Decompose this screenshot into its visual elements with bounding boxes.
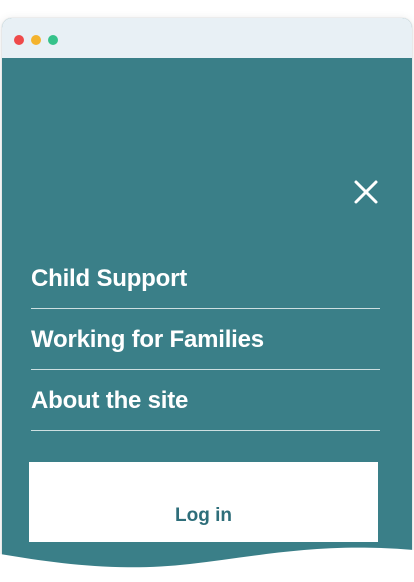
close-icon — [354, 180, 378, 204]
nav-item-child-support[interactable]: Child Support — [31, 248, 380, 309]
nav-item-working-for-families[interactable]: Working for Families — [31, 309, 380, 370]
window-close-dot[interactable] — [14, 35, 24, 45]
window-maximize-dot[interactable] — [48, 35, 58, 45]
window-titlebar — [2, 18, 412, 58]
nav-item-about-the-site[interactable]: About the site — [31, 370, 380, 431]
window-minimize-dot[interactable] — [31, 35, 41, 45]
close-menu-button[interactable] — [352, 178, 380, 206]
bottom-wave-decoration — [0, 547, 414, 582]
main-nav: Child Support Working for Families About… — [31, 248, 380, 431]
